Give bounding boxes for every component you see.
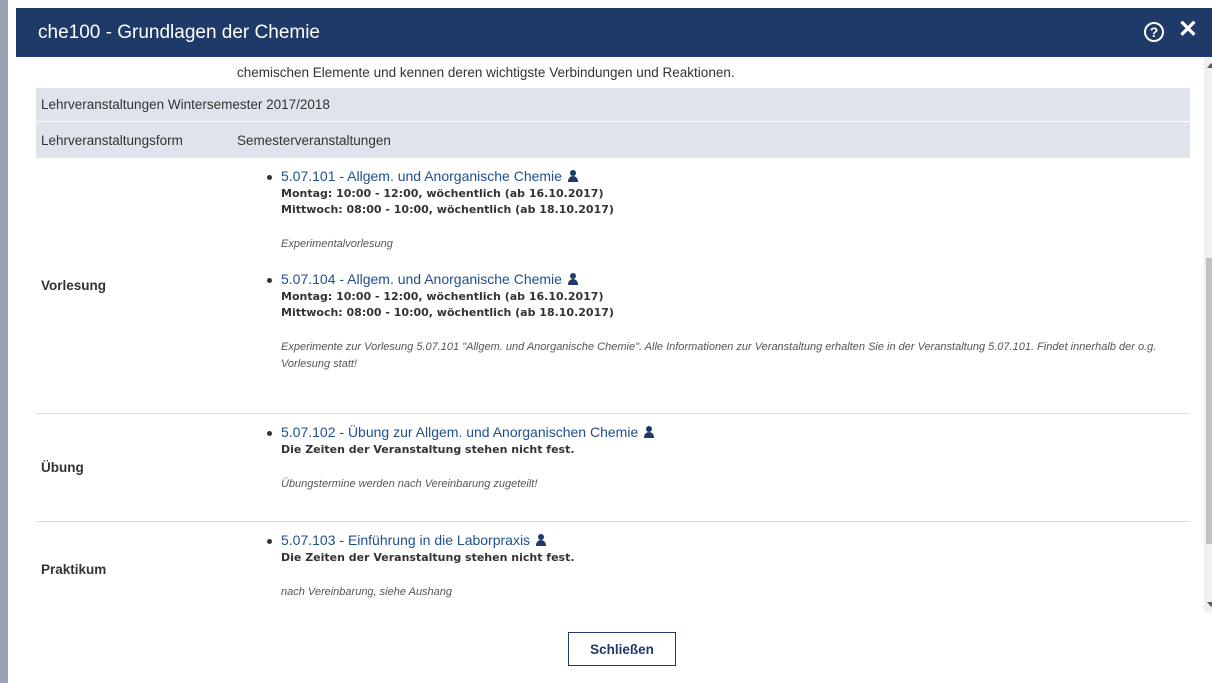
course-link-5-07-104[interactable]: 5.07.104 - Allgem. und Anorganische Chem… (267, 271, 562, 287)
help-icon[interactable]: ? (1144, 22, 1164, 42)
row-label-uebung: Übung (41, 460, 84, 475)
course-note: nach Vereinbarung, siehe Aushang (281, 586, 453, 598)
table-row-praktikum: Praktikum 5.07.103 - Einführung in die L… (36, 522, 1190, 613)
close-button[interactable]: Schließen (568, 632, 676, 666)
course-link-5-07-102[interactable]: 5.07.102 - Übung zur Allgem. und Anorgan… (266, 424, 638, 440)
row-events-praktikum: 5.07.103 - Einführung in die Laborpraxis… (237, 522, 1190, 613)
dialog-titlebar: che100 - Grundlagen der Chemie ? ✕ (16, 8, 1212, 57)
scroll-up-icon[interactable] (1207, 63, 1212, 68)
table-row-vorlesung: Vorlesung 5.07.101 - Allgem. und Anorgan… (36, 158, 1190, 414)
person-icon[interactable] (643, 426, 655, 438)
course-time: Montag: 10:00 - 12:00, wöchentlich (ab 1… (281, 290, 604, 303)
description-text: chemischen Elemente und kennen deren wic… (237, 65, 735, 80)
person-icon[interactable] (567, 273, 579, 285)
course-note: Experimentalvorlesung (281, 238, 393, 250)
course-dialog: che100 - Grundlagen der Chemie ? ✕ chemi… (0, 0, 1212, 683)
dialog-footer: Schließen (16, 613, 1212, 683)
person-icon[interactable] (567, 170, 579, 182)
row-label-vorlesung: Vorlesung (41, 278, 107, 293)
column-header-events: Semesterveranstaltungen (237, 132, 391, 148)
column-header-form: Lehrveranstaltungsform (41, 132, 183, 148)
course-time: Mittwoch: 08:00 - 10:00, wöchentlich (ab… (281, 203, 614, 216)
person-icon[interactable] (535, 534, 547, 546)
course-time: Die Zeiten der Veranstaltung stehen nich… (281, 551, 575, 564)
close-icon[interactable]: ✕ (1178, 18, 1198, 42)
row-events-vorlesung: 5.07.101 - Allgem. und Anorganische Chem… (237, 158, 1190, 413)
scroll-down-icon[interactable] (1207, 602, 1212, 607)
course-note: Experimente zur Vorlesung 5.07.101 "Allg… (281, 341, 1157, 370)
course-link-5-07-101[interactable]: 5.07.101 - Allgem. und Anorganische Chem… (267, 168, 562, 184)
course-link-5-07-103[interactable]: 5.07.103 - Einführung in die Laborpraxis (266, 532, 530, 548)
content-scrollbar[interactable] (1204, 57, 1212, 613)
course-note: Übungstermine werden nach Vereinbarung z… (281, 478, 538, 490)
course-time: Montag: 10:00 - 12:00, wöchentlich (ab 1… (281, 187, 604, 200)
row-events-uebung: 5.07.102 - Übung zur Allgem. und Anorgan… (237, 414, 1190, 521)
table-header: Lehrveranstaltungsform Semesterveranstal… (36, 122, 1190, 158)
row-label-praktikum: Praktikum (41, 562, 107, 577)
scrollbar-thumb[interactable] (1206, 258, 1212, 544)
dialog-title: che100 - Grundlagen der Chemie (38, 21, 321, 43)
course-time: Mittwoch: 08:00 - 10:00, wöchentlich (ab… (281, 306, 614, 319)
dialog-content[interactable]: chemischen Elemente und kennen deren wic… (36, 57, 1190, 613)
course-time: Die Zeiten der Veranstaltung stehen nich… (281, 443, 575, 456)
table-row-uebung: Übung 5.07.102 - Übung zur Allgem. und A… (36, 414, 1190, 522)
semester-header: Lehrveranstaltungen Wintersemester 2017/… (36, 88, 1190, 122)
